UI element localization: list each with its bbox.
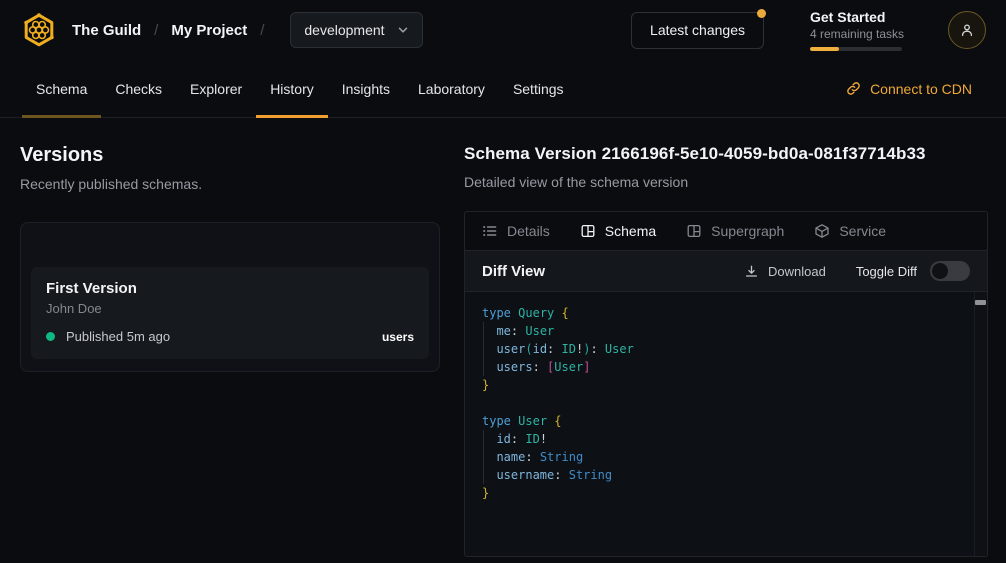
chevron-down-icon: [397, 24, 409, 36]
indent-guide: [483, 430, 484, 484]
code-line: user(id: ID!): User: [482, 340, 957, 358]
columns-icon: [580, 223, 596, 239]
target-nav-tabs: Schema Checks Explorer History Insights …: [0, 60, 1006, 118]
connect-to-cdn-link[interactable]: Connect to CDN: [846, 81, 972, 97]
code-line: name: String: [482, 448, 957, 466]
version-status-text: Published 5m ago: [66, 329, 170, 344]
code-line: }: [482, 484, 957, 502]
toggle-diff-control: Toggle Diff: [856, 261, 970, 281]
version-status-row: Published 5m ago users: [46, 329, 414, 344]
service-name-badge: users: [382, 330, 414, 344]
get-started-widget[interactable]: Get Started 4 remaining tasks: [810, 9, 902, 51]
code-line: type User {: [482, 412, 957, 430]
indent-guide: [483, 322, 484, 376]
code-line: username: String: [482, 466, 957, 484]
tab-schema-view[interactable]: Schema: [580, 223, 656, 239]
code-line: type Query {: [482, 304, 957, 322]
target-selector-dropdown[interactable]: development: [290, 12, 422, 48]
tab-supergraph-label: Supergraph: [711, 223, 784, 239]
tab-supergraph[interactable]: Supergraph: [686, 223, 784, 239]
detail-tab-list: Details Schema: [465, 212, 987, 250]
notification-dot: [757, 9, 766, 18]
schema-version-subtitle: Detailed view of the schema version: [464, 174, 988, 190]
target-selector-value: development: [304, 22, 384, 38]
code-scrollbar-track[interactable]: [974, 292, 987, 556]
code-line: }: [482, 376, 957, 394]
cube-icon: [814, 223, 830, 239]
top-bar-actions: Latest changes Get Started 4 remaining t…: [631, 9, 986, 51]
versions-card: First Version John Doe Published 5m ago …: [20, 222, 440, 372]
tab-details[interactable]: Details: [482, 223, 550, 239]
tab-explorer[interactable]: Explorer: [176, 60, 256, 117]
toggle-knob: [932, 263, 948, 279]
breadcrumb-separator: /: [141, 22, 171, 39]
get-started-title: Get Started: [810, 9, 902, 25]
version-name: First Version: [46, 280, 414, 297]
code-scrollbar-thumb[interactable]: [975, 300, 986, 305]
code-lines: type Query { me: User user(id: ID!): Use…: [465, 292, 987, 514]
schema-code-viewer[interactable]: type Query { me: User user(id: ID!): Use…: [465, 292, 987, 556]
latest-changes-button[interactable]: Latest changes: [631, 12, 764, 49]
download-icon: [744, 264, 759, 279]
columns-icon: [686, 223, 702, 239]
get-started-progress-fill: [810, 47, 839, 51]
schema-version-title: Schema Version 2166196f-5e10-4059-bd0a-0…: [464, 144, 988, 164]
download-button[interactable]: Download: [738, 263, 832, 280]
toggle-diff-label: Toggle Diff: [856, 264, 917, 279]
top-bar: The Guild / My Project / development Lat…: [0, 0, 1006, 60]
org-breadcrumb-link[interactable]: The Guild: [72, 22, 141, 39]
versions-title: Versions: [20, 144, 440, 167]
tab-schema[interactable]: Schema: [22, 60, 101, 117]
user-avatar-button[interactable]: [948, 11, 986, 49]
diff-view-title: Diff View: [482, 263, 545, 280]
main-content: Versions Recently published schemas. Fir…: [0, 118, 1006, 557]
tab-history[interactable]: History: [256, 60, 328, 117]
connect-to-cdn-label: Connect to CDN: [870, 81, 972, 97]
schema-detail-card: Details Schema: [464, 211, 988, 557]
link-icon: [846, 81, 861, 96]
diff-view-actions: Download Toggle Diff: [738, 261, 970, 281]
download-label: Download: [768, 264, 826, 279]
list-icon: [482, 223, 498, 239]
published-status-dot: [46, 332, 55, 341]
code-line: [482, 394, 957, 412]
get-started-progress-bar: [810, 47, 902, 51]
code-line: me: User: [482, 322, 957, 340]
breadcrumb: The Guild / My Project / development: [20, 11, 423, 49]
tab-service-label: Service: [839, 223, 886, 239]
user-icon: [959, 22, 975, 38]
tab-details-label: Details: [507, 223, 550, 239]
version-detail-panel: Schema Version 2166196f-5e10-4059-bd0a-0…: [464, 144, 988, 557]
tab-insights[interactable]: Insights: [328, 60, 404, 117]
nav-spacer: [578, 60, 847, 117]
project-breadcrumb-link[interactable]: My Project: [171, 22, 247, 39]
code-line: id: ID!: [482, 430, 957, 448]
tab-checks[interactable]: Checks: [101, 60, 176, 117]
version-list-item[interactable]: First Version John Doe Published 5m ago …: [31, 267, 429, 359]
toggle-diff-switch[interactable]: [930, 261, 970, 281]
tab-schema-view-label: Schema: [605, 223, 656, 239]
tab-service[interactable]: Service: [814, 223, 886, 239]
latest-changes-label: Latest changes: [650, 22, 745, 38]
versions-panel: Versions Recently published schemas. Fir…: [20, 144, 440, 557]
code-line: users: [User]: [482, 358, 957, 376]
tab-laboratory[interactable]: Laboratory: [404, 60, 499, 117]
version-author: John Doe: [46, 301, 414, 316]
breadcrumb-separator: /: [247, 22, 277, 39]
versions-subtitle: Recently published schemas.: [20, 176, 440, 192]
guild-hive-logo-icon[interactable]: [20, 11, 58, 49]
tab-settings[interactable]: Settings: [499, 60, 578, 117]
get-started-subtitle: 4 remaining tasks: [810, 27, 902, 41]
diff-view-header: Diff View Download Toggle Diff: [465, 250, 987, 292]
